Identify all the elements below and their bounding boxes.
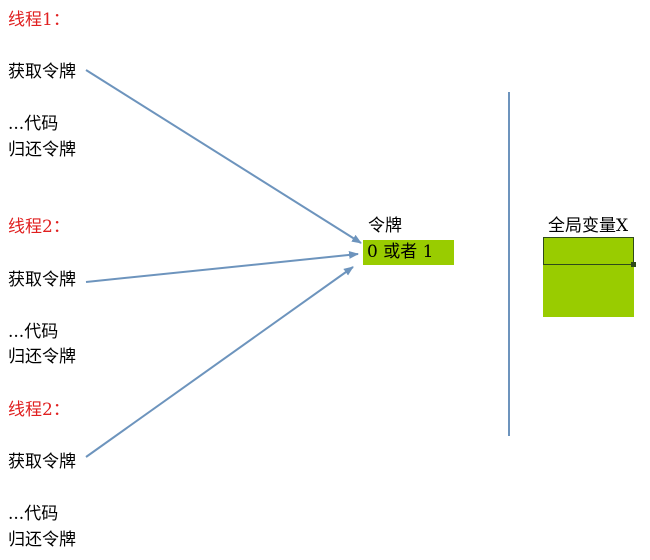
- vertical-divider: [508, 92, 510, 436]
- token-box: 0 或者 1: [363, 240, 454, 265]
- global-var-label: 全局变量X: [548, 216, 629, 236]
- global-var-selection-handle: [631, 262, 636, 267]
- arrow-thread-3: [85, 266, 354, 458]
- global-var-selected-cell: [543, 237, 634, 265]
- token-label: 令牌: [368, 216, 402, 236]
- arrow-thread-1: [85, 69, 362, 244]
- token-value: 0 或者 1: [367, 242, 434, 262]
- arrow-thread-2: [85, 250, 359, 283]
